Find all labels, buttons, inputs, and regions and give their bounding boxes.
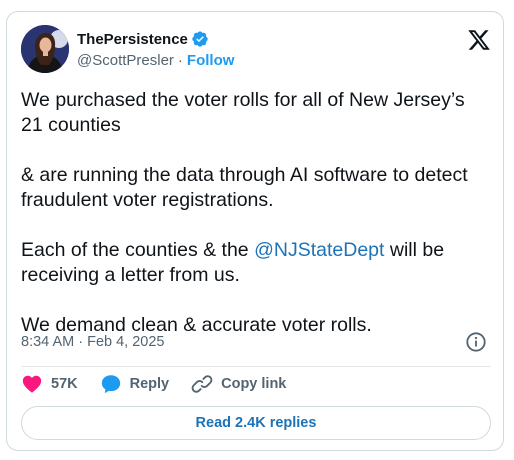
tweet-paragraph: & are running the data through AI softwa…	[21, 164, 468, 211]
x-logo-icon[interactable]	[467, 28, 491, 52]
link-icon	[191, 375, 213, 393]
copy-link-button[interactable]: Copy link	[191, 373, 286, 395]
like-button[interactable]: 57K	[21, 373, 78, 395]
follow-button[interactable]: Follow	[187, 52, 235, 69]
tweet-text: We purchased the voter rolls for all of …	[21, 88, 491, 363]
verified-badge-icon	[191, 30, 209, 48]
tweet-paragraph: We purchased the voter rolls for all of …	[21, 89, 465, 136]
tweet-header: ThePersistence @ScottPresler · Follow	[21, 25, 491, 75]
heart-icon	[22, 375, 42, 393]
separator-dot: ·	[177, 52, 183, 69]
divider	[21, 366, 491, 367]
avatar[interactable]	[21, 25, 69, 73]
like-count: 57K	[51, 376, 78, 392]
tweet-paragraph-with-mention: Each of the counties & the @NJStateDept …	[21, 238, 491, 288]
reply-button[interactable]: Reply	[100, 373, 170, 395]
speech-bubble-icon	[101, 375, 120, 394]
copy-link-label: Copy link	[221, 376, 287, 392]
author-handle[interactable]: @ScottPresler	[77, 52, 174, 69]
tweet-text-segment: Each of the counties & the	[21, 239, 255, 261]
read-replies-button[interactable]: Read 2.4K replies	[21, 406, 491, 440]
display-name[interactable]: ThePersistence	[77, 31, 188, 48]
tweet-card: ThePersistence @ScottPresler · Follow We	[6, 11, 504, 451]
info-icon[interactable]	[465, 331, 487, 353]
reply-label: Reply	[129, 376, 170, 392]
mention-link[interactable]: @NJStateDept	[254, 239, 384, 261]
timestamp[interactable]: 8:34 AM · Feb 4, 2025	[21, 334, 164, 350]
action-bar: 57K Reply Copy link	[21, 373, 308, 395]
author-names: ThePersistence @ScottPresler · Follow	[77, 29, 235, 70]
